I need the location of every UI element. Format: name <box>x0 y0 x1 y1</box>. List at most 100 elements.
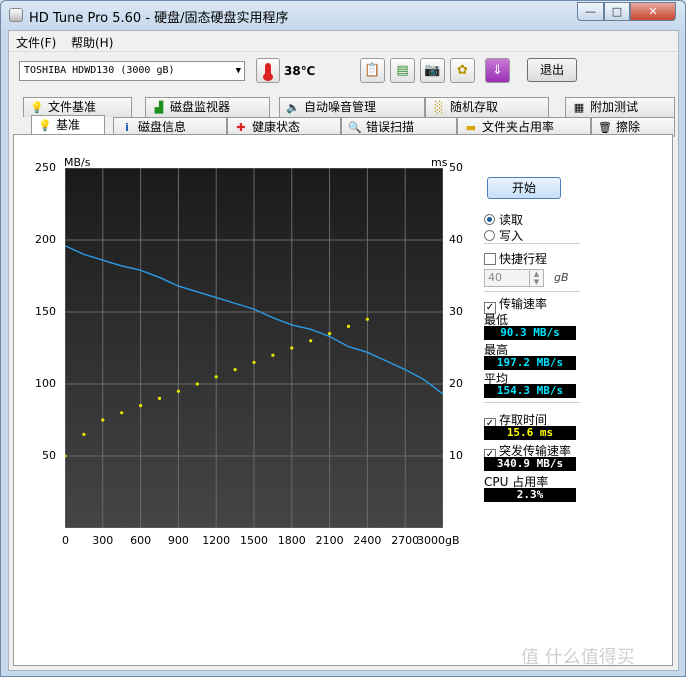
access-time-point <box>365 317 369 321</box>
right-tick-label: 30 <box>449 305 463 318</box>
access-time-point <box>214 375 218 379</box>
red-cross-icon: ✚ <box>236 121 246 134</box>
access-time-point <box>233 368 237 372</box>
right-tick-label: 10 <box>449 449 463 462</box>
access-time-point <box>120 411 124 415</box>
client-area: 文件(F) 帮助(H) TOSHIBA HDWD130 (3000 gB) ▼ … <box>8 30 679 671</box>
access-time-point <box>82 432 86 436</box>
access-time-point <box>252 360 256 364</box>
access-time-point <box>346 324 351 328</box>
watermark-logo: 值 什么值得买 <box>521 647 635 668</box>
title-bar[interactable]: HD Tune Pro 5.60 - 硬盘/固态硬盘实用程序 — □ ✕ <box>1 1 685 29</box>
folder-icon: ▬ <box>465 121 477 134</box>
max-value: 197.2 MB/s <box>484 356 576 370</box>
monitor-chart-icon: ▟ <box>154 101 164 114</box>
app-icon <box>9 8 23 22</box>
save-icon: ⇓ <box>492 63 503 78</box>
magnifier-icon: 🔍 <box>348 121 362 134</box>
info-icon: i <box>125 121 129 134</box>
benchmark-panel: MB/s ms 250 200 150 100 50 50 40 30 20 10 0 300 60… <box>13 134 673 666</box>
x-tick-label: 2700 <box>391 534 420 547</box>
min-value: 90.3 MB/s <box>484 326 576 340</box>
left-tick-label: 100 <box>35 377 56 390</box>
x-tick-label: 600 <box>130 534 152 547</box>
cpu-usage-value: 2.3% <box>484 488 576 502</box>
access-time-point <box>139 404 143 408</box>
file-benchmark-icon: 💡 <box>30 101 44 114</box>
exit-button[interactable]: 退出 <box>527 58 577 82</box>
menu-help[interactable]: 帮助(H) <box>71 34 113 51</box>
divider <box>484 291 580 292</box>
radio-dot-icon <box>484 230 495 241</box>
x-tick-label: 1200 <box>202 534 231 547</box>
chevron-down-icon: ▼ <box>235 66 241 76</box>
access-time-point <box>176 389 180 393</box>
thermometer-icon <box>256 58 280 83</box>
x-tick-label: 900 <box>167 534 189 547</box>
options-button[interactable]: ✿ <box>450 58 475 83</box>
trash-icon: 🗑 <box>598 121 612 134</box>
tab-disk-monitor[interactable]: ▟ 磁盘监视器 <box>145 97 270 117</box>
avg-value: 154.3 MB/s <box>484 384 576 398</box>
access-time-value: 15.6 ms <box>484 426 576 440</box>
menu-bar: 文件(F) 帮助(H) <box>9 31 678 52</box>
burst-rate-value: 340.9 MB/s <box>484 457 576 471</box>
short-stroke-unit: gB <box>554 271 569 284</box>
access-time-point <box>195 382 199 386</box>
minimize-button[interactable]: — <box>577 2 604 21</box>
tab-noise-management[interactable]: 🔈 自动噪音管理 <box>279 97 425 117</box>
radio-dot-icon <box>484 214 495 225</box>
checkbox-icon <box>484 253 496 265</box>
toolbar: TOSHIBA HDWD130 (3000 gB) ▼ 38℃ 📋 ▤ 📷 ✿ … <box>9 53 678 93</box>
right-tick-label: 40 <box>449 233 463 246</box>
write-radio[interactable]: 写入 <box>484 227 523 244</box>
maximize-button[interactable]: □ <box>604 2 630 21</box>
x-tick-label: 2400 <box>353 534 382 547</box>
speaker-icon: 🔈 <box>286 101 300 114</box>
tab-file-benchmark[interactable]: 💡 文件基准 <box>23 97 132 117</box>
plot-svg <box>63 167 444 529</box>
x-tick-label: 1500 <box>240 534 268 547</box>
left-tick-label: 250 <box>35 161 56 174</box>
control-column: 开始 读取 写入 快捷行程 40 ▲ ▼ gB ✓ 传输速率 最低 90.3 MB/… <box>484 135 674 665</box>
right-tick-label: 50 <box>449 161 463 174</box>
left-tick-label: 150 <box>35 305 56 318</box>
access-time-point <box>271 353 275 357</box>
random-dots-icon: ░ <box>434 101 444 114</box>
access-time-point <box>290 346 294 350</box>
plot-area <box>63 167 444 529</box>
x-tick-label: 0 <box>62 534 69 547</box>
tab-extra-tests[interactable]: ▦ 附加测试 <box>565 97 675 117</box>
read-radio[interactable]: 读取 <box>484 211 523 228</box>
tab-random-access[interactable]: ░ 随机存取 <box>425 97 549 117</box>
copy-screenshot-icon: ▤ <box>396 63 409 78</box>
drive-dropdown[interactable]: TOSHIBA HDWD130 (3000 gB) ▼ <box>19 61 245 81</box>
screenshot-button[interactable]: 📷 <box>420 58 445 83</box>
close-button[interactable]: ✕ <box>630 2 676 21</box>
copy-text-icon: 📋 <box>364 63 381 78</box>
access-time-point <box>157 396 162 400</box>
drive-dropdown-value: TOSHIBA HDWD130 (3000 gB) <box>24 65 175 76</box>
app-window: HD Tune Pro 5.60 - 硬盘/固态硬盘实用程序 — □ ✕ 文件(… <box>0 0 686 677</box>
access-time-point <box>63 454 67 458</box>
x-tick-label: 300 <box>92 534 114 547</box>
divider <box>484 243 580 244</box>
save-button[interactable]: ⇓ <box>485 58 510 83</box>
grid-icon: ▦ <box>573 101 585 114</box>
lightbulb-icon: 💡 <box>38 119 52 132</box>
start-button[interactable]: 开始 <box>487 177 561 199</box>
short-stroke-checkbox[interactable]: 快捷行程 <box>484 250 547 267</box>
copy-screenshot-button[interactable]: ▤ <box>390 58 415 83</box>
left-tick-label: 200 <box>35 233 56 246</box>
x-tick-label: 1800 <box>277 534 306 547</box>
access-time-point <box>309 339 313 343</box>
access-time-point <box>101 418 105 422</box>
menu-file[interactable]: 文件(F) <box>16 34 56 51</box>
options-icon: ✿ <box>457 63 468 78</box>
copy-text-button[interactable]: 📋 <box>360 58 385 83</box>
benchmark-chart: MB/s ms 250 200 150 100 50 50 40 30 20 10 0 300 60… <box>20 149 470 569</box>
access-time-point <box>328 332 332 336</box>
x-tick-label: 3000gB <box>417 534 460 547</box>
spinner-icon[interactable]: ▲ ▼ <box>529 270 543 286</box>
x-tick-label: 2100 <box>315 534 344 547</box>
